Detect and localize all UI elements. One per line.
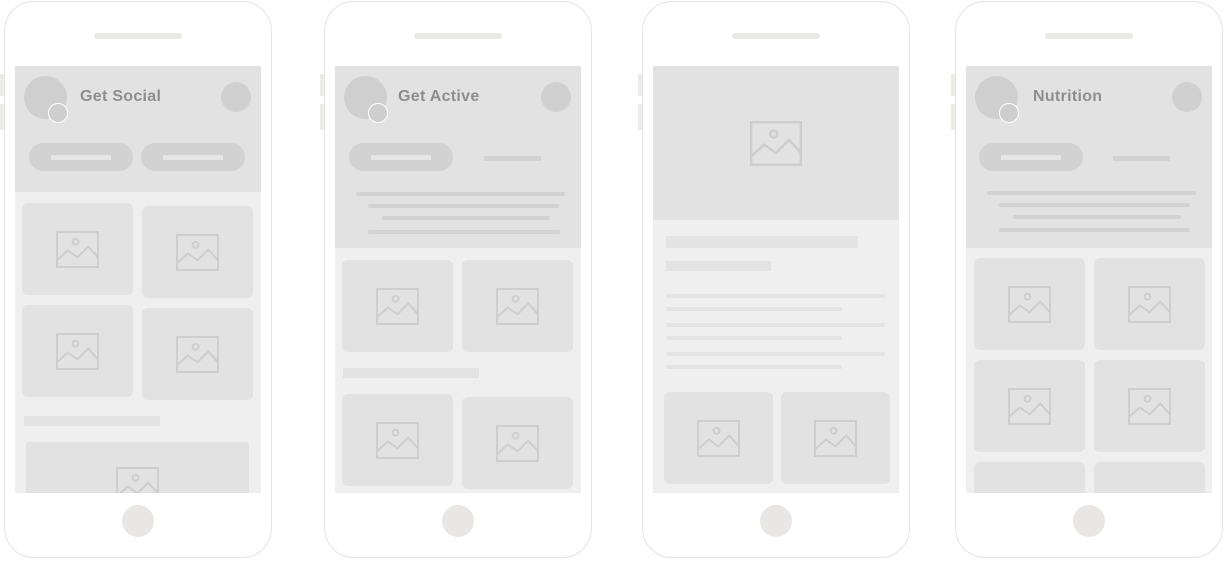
image-tile[interactable]	[1094, 258, 1205, 350]
page-title: Nutrition	[1033, 88, 1103, 105]
screen: Get Social	[15, 66, 261, 493]
profile-button[interactable]	[1172, 82, 1202, 112]
header: Nutrition	[966, 66, 1212, 248]
phone-get-social: Get Social	[0, 1, 272, 558]
tab-1[interactable]	[979, 143, 1083, 171]
image-placeholder-icon	[1128, 388, 1171, 425]
image-tile[interactable]	[462, 260, 573, 352]
hero-image[interactable]	[653, 66, 899, 220]
image-tile[interactable]	[781, 392, 890, 484]
home-button[interactable]	[760, 505, 792, 537]
body-text-line	[666, 294, 885, 298]
speaker-slot	[732, 33, 820, 39]
side-button	[320, 74, 324, 96]
image-placeholder-icon	[56, 231, 99, 268]
image-tile[interactable]	[974, 258, 1085, 350]
avatar-badge	[48, 103, 68, 123]
image-placeholder-icon	[496, 425, 539, 462]
body-text-line	[666, 307, 842, 311]
tab-2[interactable]	[141, 143, 245, 171]
description-line	[382, 216, 550, 220]
image-placeholder-icon	[697, 420, 740, 457]
image-tile[interactable]	[22, 203, 133, 295]
description-line	[368, 230, 560, 234]
subheadline-placeholder	[666, 261, 771, 271]
image-placeholder-icon	[116, 467, 159, 493]
image-tile[interactable]	[142, 308, 253, 400]
speaker-slot	[1045, 33, 1133, 39]
side-button	[0, 104, 4, 130]
screen: Nutrition	[966, 66, 1212, 493]
image-placeholder-icon	[176, 336, 219, 373]
home-button[interactable]	[1073, 505, 1105, 537]
image-placeholder-icon	[376, 288, 419, 325]
description-line	[356, 192, 565, 196]
image-tile[interactable]	[142, 206, 253, 298]
image-tile[interactable]	[664, 392, 773, 484]
tab-1[interactable]	[29, 143, 133, 171]
page-title: Get Social	[80, 88, 162, 105]
side-button	[951, 74, 955, 96]
body-text-line	[666, 336, 842, 340]
description-line	[368, 204, 559, 208]
image-tile[interactable]	[974, 462, 1085, 493]
header: Get Social	[15, 66, 261, 192]
image-placeholder-icon	[1128, 286, 1171, 323]
speaker-slot	[94, 33, 182, 39]
image-placeholder-icon	[56, 333, 99, 370]
image-placeholder-icon	[376, 422, 419, 459]
tab-2[interactable]	[484, 156, 541, 161]
image-banner[interactable]	[26, 442, 249, 493]
speaker-slot	[414, 33, 502, 39]
tab-1[interactable]	[349, 143, 453, 171]
body-text-line	[666, 352, 885, 356]
image-tile[interactable]	[342, 394, 453, 486]
side-button	[638, 74, 642, 96]
body-text-line	[666, 323, 885, 327]
header: Get Active	[335, 66, 581, 248]
description-line	[987, 191, 1196, 195]
screen	[653, 66, 899, 493]
avatar-badge	[368, 103, 388, 123]
section-heading-placeholder	[343, 368, 479, 378]
page-title: Get Active	[398, 88, 480, 105]
image-placeholder-icon	[176, 234, 219, 271]
home-button[interactable]	[122, 505, 154, 537]
side-button	[320, 104, 324, 130]
description-line	[1013, 215, 1181, 219]
description-line	[999, 203, 1190, 207]
section-heading-placeholder	[24, 416, 160, 426]
body-text-line	[666, 365, 842, 369]
home-button[interactable]	[442, 505, 474, 537]
side-button	[951, 104, 955, 130]
profile-button[interactable]	[221, 82, 251, 112]
side-button	[0, 74, 4, 96]
image-tile[interactable]	[462, 397, 573, 489]
image-placeholder-icon	[750, 121, 802, 166]
image-tile[interactable]	[1094, 462, 1205, 493]
image-tile[interactable]	[1094, 360, 1205, 452]
image-placeholder-icon	[1008, 286, 1051, 323]
image-tile[interactable]	[22, 305, 133, 397]
phone-get-active: Get Active	[320, 1, 592, 558]
image-placeholder-icon	[496, 288, 539, 325]
description-line	[999, 228, 1190, 232]
tab-2[interactable]	[1113, 156, 1170, 161]
screen: Get Active	[335, 66, 581, 493]
image-tile[interactable]	[974, 360, 1085, 452]
headline-placeholder	[666, 236, 858, 248]
phone-nutrition: Nutrition	[951, 1, 1223, 558]
phone-detail	[638, 1, 910, 558]
profile-button[interactable]	[541, 82, 571, 112]
image-placeholder-icon	[814, 420, 857, 457]
image-tile[interactable]	[342, 260, 453, 352]
side-button	[638, 104, 642, 130]
avatar-badge	[999, 103, 1019, 123]
image-placeholder-icon	[1008, 388, 1051, 425]
